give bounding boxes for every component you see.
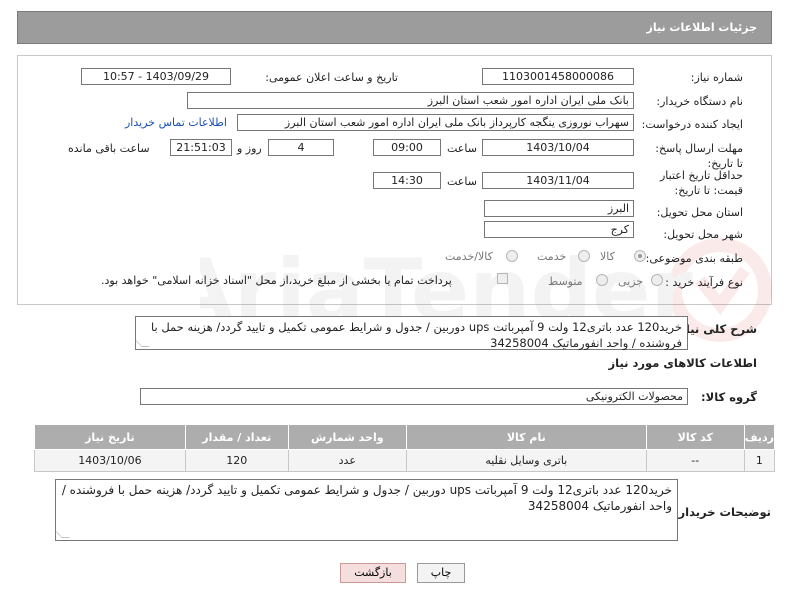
days-left-field: 4 [268, 139, 334, 156]
page-header: جزئیات اطلاعات نیاز [17, 11, 772, 44]
category-service-label: خدمت [537, 250, 567, 263]
cell-code: -- [645, 449, 745, 472]
validity-time-field: 14:30 [373, 172, 441, 189]
cell-unit: عدد [287, 449, 407, 472]
print-button[interactable]: چاپ [417, 563, 465, 583]
need-number-label: شماره نیاز: [690, 71, 743, 84]
purchase-medium-label: متوسط [548, 275, 583, 288]
resize-grip-icon[interactable] [134, 339, 150, 347]
category-goods-service-radio[interactable] [506, 250, 518, 262]
buyer-notes-text: خرید120 عدد باتری12 ولت 9 آمپرباتت ups د… [61, 483, 672, 513]
goods-table: ردیف کد کالا نام کالا واحد شمارش تعداد /… [34, 424, 776, 472]
purchase-type-label: نوع فرآیند خرید : [665, 276, 743, 289]
treasury-payment-note: پرداخت تمام یا بخشی از مبلغ خرید،از محل … [101, 274, 452, 287]
requester-label: ایجاد کننده درخواست: [641, 118, 743, 131]
goods-info-title: اطلاعات کالاهای مورد نیاز [608, 356, 757, 370]
resize-grip-icon[interactable] [54, 530, 70, 538]
cell-quantity: 120 [184, 449, 289, 472]
reply-date-field: 1403/10/04 [482, 139, 634, 156]
cell-name: باتری وسایل نقلیه [405, 449, 647, 472]
treasury-payment-checkbox[interactable] [497, 273, 508, 284]
reply-time-label: ساعت [447, 142, 477, 155]
col-quantity: تعداد / مقدار [184, 424, 289, 450]
col-name: نام کالا [405, 424, 647, 450]
validity-time-label: ساعت [447, 175, 477, 188]
announce-datetime-field: 1403/09/29 - 10:57 [81, 68, 231, 85]
province-label: استان محل تحویل: [656, 206, 743, 219]
announce-datetime-label: تاریخ و ساعت اعلان عمومی: [265, 71, 398, 84]
need-number-field: 1103001458000086 [482, 68, 634, 85]
purchase-minor-radio[interactable] [651, 274, 663, 286]
general-desc-text: خرید120 عدد باتری12 ولت 9 آمپرباتت ups د… [150, 320, 682, 350]
reply-deadline-label: مهلت ارسال پاسخ: تا تاریخ: [655, 142, 743, 170]
page-title: جزئیات اطلاعات نیاز [646, 21, 758, 34]
price-validity-label: حداقل تاریخ اعتبار قیمت: تا تاریخ: [659, 169, 743, 197]
general-desc-textarea[interactable]: خرید120 عدد باتری12 ولت 9 آمپرباتت ups د… [134, 316, 688, 350]
buyer-org-field: بانک ملی ایران اداره امور شعب استان البر… [187, 92, 634, 109]
cell-date: 1403/10/06 [34, 449, 186, 472]
city-label: شهر محل تحویل: [663, 228, 743, 241]
buyer-notes-textarea[interactable]: خرید120 عدد باتری12 ولت 9 آمپرباتت ups د… [54, 479, 678, 541]
goods-group-label: گروه کالا: [701, 390, 757, 404]
contact-info-link[interactable]: اطلاعات تماس خریدار [125, 116, 227, 129]
buyer-org-label: نام دستگاه خریدار: [656, 95, 743, 108]
table-header-row: ردیف کد کالا نام کالا واحد شمارش تعداد /… [34, 424, 776, 450]
requester-field: سهراب نوروزی ینگجه کارپرداز بانک ملی ایر… [237, 114, 634, 131]
category-service-radio[interactable] [578, 250, 590, 262]
days-and-label: روز و [237, 142, 262, 155]
col-date: تاریخ نیاز [34, 424, 186, 450]
province-field: البرز [484, 200, 634, 217]
time-left-field: 21:51:03 [170, 139, 232, 156]
category-goods-service-label: کالا/خدمت [445, 250, 493, 263]
buyer-notes-label: توضیحات خریدار: [673, 505, 771, 519]
category-goods-label: کالا [600, 250, 615, 263]
hours-remaining-label: ساعت باقی مانده [68, 142, 150, 155]
table-row: 1 -- باتری وسایل نقلیه عدد 120 1403/10/0… [34, 449, 776, 472]
city-field: کرج [484, 221, 634, 238]
col-row: ردیف [743, 424, 776, 450]
validity-date-field: 1403/11/04 [482, 172, 634, 189]
reply-time-field: 09:00 [373, 139, 441, 156]
category-label: طبقه بندی موضوعی: [645, 252, 743, 265]
cell-row: 1 [743, 449, 776, 472]
col-code: کد کالا [645, 424, 745, 450]
purchase-medium-radio[interactable] [596, 274, 608, 286]
purchase-minor-label: جزیی [618, 275, 644, 288]
goods-group-field: محصولات الکترونیکی [140, 388, 688, 405]
col-unit: واحد شمارش [287, 424, 407, 450]
back-button[interactable]: بازگشت [340, 563, 406, 583]
category-goods-radio[interactable] [634, 250, 646, 262]
